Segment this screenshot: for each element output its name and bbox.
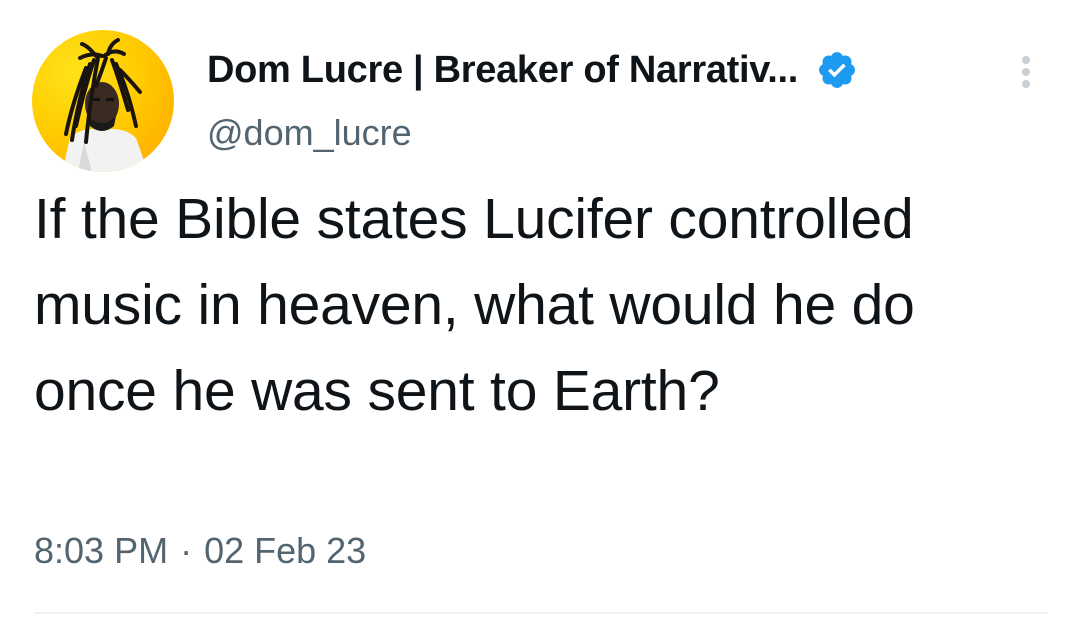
tweet-time: 8:03 PM [34, 530, 169, 571]
author-handle[interactable]: @dom_lucre [207, 112, 412, 154]
divider [34, 612, 1048, 614]
tweet-date: 02 Feb 23 [204, 530, 367, 571]
tweet-card: Dom Lucre | Breaker of Narrativ... @dom_… [0, 0, 1080, 619]
meta-separator: · [180, 530, 193, 571]
author-name-row: Dom Lucre | Breaker of Narrativ... [207, 42, 858, 98]
tweet-text: If the Bible states Lucifer controlled m… [34, 187, 915, 423]
tweet-timestamp[interactable]: 8:03 PM · 02 Feb 23 [34, 530, 366, 572]
more-vertical-icon[interactable] [1008, 52, 1044, 92]
avatar-photo [62, 38, 148, 172]
author-display-name[interactable]: Dom Lucre | Breaker of Narrativ... [207, 49, 798, 92]
verified-badge-icon [816, 49, 858, 91]
author-avatar[interactable] [32, 30, 174, 172]
